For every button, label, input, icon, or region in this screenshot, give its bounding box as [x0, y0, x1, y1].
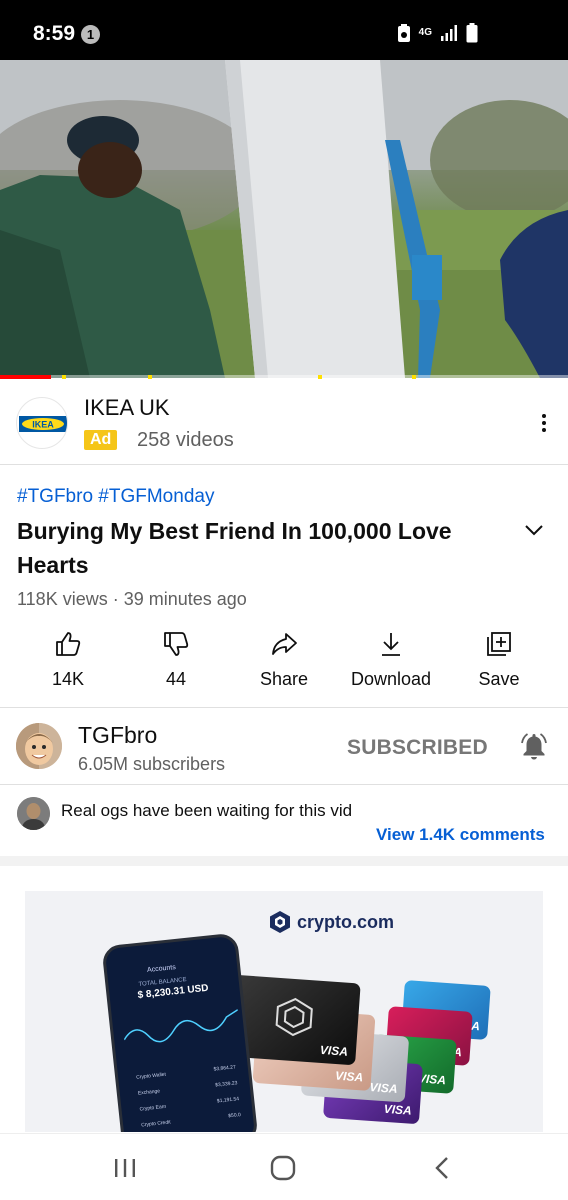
data-saver-icon	[397, 24, 410, 42]
channel-avatar[interactable]	[16, 723, 62, 769]
commenter-avatar	[17, 797, 50, 830]
video-player[interactable]	[0, 60, 568, 378]
section-divider	[0, 856, 568, 866]
status-time: 8:59	[33, 22, 76, 45]
video-frame	[0, 60, 568, 378]
action-bar: 14K 44 Share Download Save	[0, 626, 568, 708]
ad-video-count: 258 videos	[137, 429, 234, 451]
more-options-icon[interactable]	[536, 411, 552, 435]
signal-icon	[441, 25, 457, 41]
download-label: Download	[350, 669, 432, 689]
bell-icon[interactable]	[519, 731, 549, 761]
video-meta: 118K views · 39 minutes ago	[17, 589, 247, 609]
crypto-logo-icon	[270, 911, 290, 933]
phone-balance-chart	[123, 1009, 239, 1043]
system-icons: 4G	[397, 22, 478, 44]
phone-mockup: Accounts TOTAL BALANCE $ 8,230.31 USD Cr…	[101, 932, 259, 1132]
ikea-logo-text: IKEA	[32, 420, 54, 430]
recent-apps-icon[interactable]	[110, 1154, 140, 1182]
download-button[interactable]: Download	[336, 626, 446, 698]
dislike-count: 44	[165, 669, 187, 689]
back-icon[interactable]	[428, 1154, 458, 1182]
notification-count-badge: 1	[81, 25, 100, 44]
download-icon	[382, 633, 400, 656]
status-bar: 8:59 1 4G	[0, 0, 568, 60]
channel-row[interactable]: TGFbro 6.05M subscribers SUBSCRIBED	[0, 709, 568, 785]
video-hashtags[interactable]: #TGFbro #TGFMonday	[17, 486, 214, 508]
share-icon	[272, 633, 297, 655]
ad-badge: Ad	[84, 430, 118, 450]
channel-subscribers: 6.05M subscribers	[78, 754, 226, 774]
crypto-brand: crypto.com	[269, 909, 394, 935]
crypto-brand-name: crypto.com	[297, 911, 395, 932]
thumbs-down-icon	[164, 632, 189, 656]
channel-name[interactable]: TGFbro	[78, 722, 157, 749]
chevron-down-icon[interactable]	[522, 518, 546, 542]
share-button[interactable]: Share	[229, 626, 339, 698]
save-label: Save	[478, 669, 520, 689]
dislike-button[interactable]: 44	[121, 626, 231, 698]
battery-icon	[466, 23, 478, 43]
ikea-logo[interactable]: IKEA	[16, 397, 68, 449]
subscribed-button[interactable]: SUBSCRIBED	[347, 736, 488, 760]
view-comments-link[interactable]: View 1.4K comments	[376, 825, 545, 845]
network-type-label: 4G	[418, 27, 432, 38]
android-nav-bar	[0, 1133, 568, 1200]
share-label: Share	[259, 669, 309, 689]
thumbs-up-icon	[56, 632, 81, 656]
save-button[interactable]: Save	[444, 626, 554, 698]
crypto-banner-ad[interactable]: crypto.com VISA VISA VISA VISA VISA VISA…	[25, 891, 543, 1132]
comments-teaser[interactable]: Real ogs have been waiting for this vid …	[0, 786, 568, 856]
like-count: 14K	[51, 669, 85, 689]
ad-row[interactable]: IKEA IKEA UK Ad 258 videos	[0, 379, 568, 465]
video-title[interactable]: Burying My Best Friend In 100,000 Love H…	[17, 514, 487, 582]
save-icon	[487, 632, 511, 656]
top-comment-text: Real ogs have been waiting for this vid	[61, 801, 353, 820]
like-button[interactable]: 14K	[13, 626, 123, 698]
ad-advertiser-name[interactable]: IKEA UK	[84, 395, 170, 421]
home-icon[interactable]	[268, 1154, 298, 1182]
